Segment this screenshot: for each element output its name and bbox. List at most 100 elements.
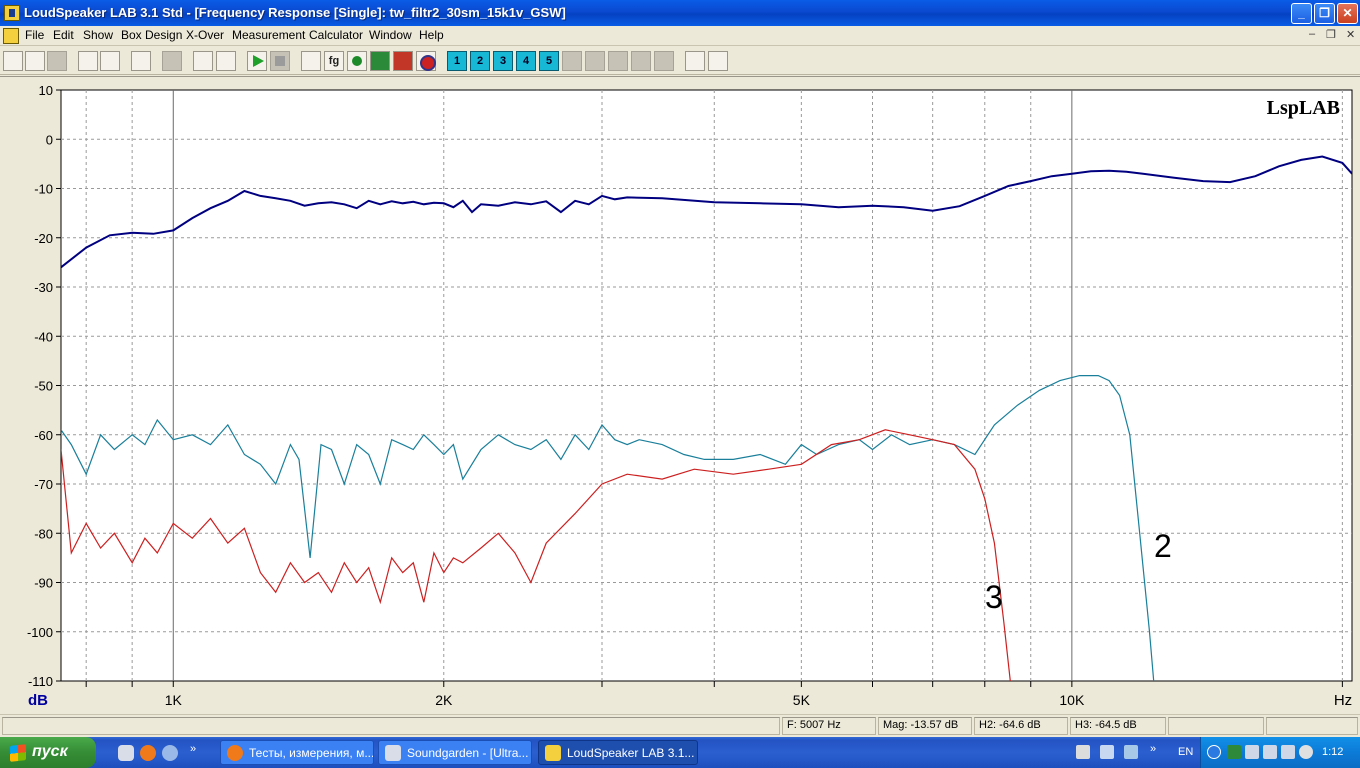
menu-window[interactable]: Window — [369, 28, 412, 42]
chart-window[interactable]: 10 0 -10 -20 -30 -40 -50 -60 -70 -80 -90 -100 -110 1K… — [0, 76, 1360, 714]
language-indicator[interactable]: EN — [1178, 746, 1193, 758]
print-icon[interactable] — [78, 51, 98, 71]
new-file-icon[interactable] — [3, 51, 23, 71]
slot-7-icon[interactable] — [585, 51, 605, 71]
taskbar-button-soundgarden[interactable]: Soundgarden - [Ultra... — [378, 740, 532, 765]
app-icon[interactable] — [4, 5, 20, 21]
target-icon[interactable] — [416, 51, 436, 71]
toolbar: fg 1 2 3 4 5 — [0, 47, 1360, 75]
task-label: LoudSpeaker LAB 3.1... — [567, 746, 695, 760]
quicklaunch-alien-icon[interactable] — [118, 745, 134, 761]
open-folder-icon[interactable] — [25, 51, 45, 71]
menu-show[interactable]: Show — [83, 28, 113, 42]
menu-help[interactable]: Help — [419, 28, 444, 42]
task-label: Тесты, измерения, м... — [249, 746, 374, 760]
y-tick-label: -60 — [34, 428, 53, 443]
tray-monitor2-icon[interactable] — [1263, 745, 1277, 759]
tray-more-icon[interactable]: » — [1150, 743, 1156, 755]
title-bar[interactable]: LoudSpeaker LAB 3.1 Std - [Frequency Res… — [0, 0, 1360, 26]
y-tick-label: 10 — [39, 83, 53, 98]
mdi-restore-button[interactable]: ❐ — [1326, 28, 1336, 41]
menu-box-design[interactable]: Box Design — [121, 28, 182, 42]
curve-2-button[interactable]: 2 — [470, 51, 490, 71]
status-h3: H3: -64.5 dB — [1070, 717, 1166, 735]
status-cell-7 — [1266, 717, 1358, 735]
tile-vertical-icon[interactable] — [708, 51, 728, 71]
status-cell-6 — [1168, 717, 1264, 735]
close-button[interactable]: ✕ — [1337, 3, 1358, 24]
lcr-icon[interactable] — [301, 51, 321, 71]
y-tick-label: -100 — [27, 625, 53, 640]
status-h2: H2: -64.6 dB — [974, 717, 1068, 735]
stop-icon[interactable] — [270, 51, 290, 71]
tray-network-icon[interactable] — [1124, 745, 1138, 759]
taskbar-button-firefox[interactable]: Тесты, измерения, м... — [220, 740, 374, 765]
tray-monitor3-icon[interactable] — [1281, 745, 1295, 759]
menu-file[interactable]: File — [25, 28, 44, 42]
response-icon[interactable] — [393, 51, 413, 71]
x-tick-label: 5K — [793, 692, 811, 708]
status-bar: F: 5007 Hz Mag: -13.57 dB H2: -64.6 dB H… — [0, 714, 1360, 736]
tray-chevron-icon[interactable] — [1207, 745, 1221, 759]
task-label: Soundgarden - [Ultra... — [407, 746, 529, 760]
sliders-icon[interactable] — [216, 51, 236, 71]
taskbar: пуск » Тесты, измерения, м... Soundgarde… — [0, 737, 1360, 768]
undo-icon[interactable] — [162, 51, 182, 71]
menu-edit[interactable]: Edit — [53, 28, 74, 42]
tray-monitor-icon[interactable] — [1245, 745, 1259, 759]
curve-label-3: 3 — [985, 579, 1003, 615]
tray-notes-icon[interactable] — [1076, 745, 1090, 759]
document-icon[interactable] — [3, 28, 19, 44]
x-unit-label: Hz — [1334, 692, 1352, 709]
impedance-icon[interactable] — [370, 51, 390, 71]
x-tick-label: 2K — [435, 692, 453, 708]
menu-calculator[interactable]: Calculator — [309, 28, 363, 42]
tile-horizontal-icon[interactable] — [685, 51, 705, 71]
curve-5-button[interactable]: 5 — [539, 51, 559, 71]
slot-10-icon[interactable] — [654, 51, 674, 71]
slot-8-icon[interactable] — [608, 51, 628, 71]
mdi-minimize-button[interactable]: – — [1309, 28, 1315, 40]
menu-measurement[interactable]: Measurement — [232, 28, 305, 42]
print-preview-icon[interactable] — [100, 51, 120, 71]
tray-volume-icon[interactable] — [1299, 745, 1313, 759]
y-tick-label: -90 — [34, 576, 53, 591]
y-tick-label: -110 — [28, 674, 53, 689]
tray-app-icon[interactable] — [1227, 745, 1241, 759]
menu-x-over[interactable]: X-Over — [186, 28, 224, 42]
x-tick-label: 1K — [165, 692, 183, 708]
save-icon[interactable] — [47, 51, 67, 71]
quicklaunch-more-icon[interactable]: » — [190, 743, 196, 755]
firefox-icon — [227, 745, 243, 761]
start-label: пуск — [32, 743, 68, 760]
slot-6-icon[interactable] — [562, 51, 582, 71]
curve-1-button[interactable]: 1 — [447, 51, 467, 71]
slot-9-icon[interactable] — [631, 51, 651, 71]
play-icon[interactable] — [247, 51, 267, 71]
y-unit-label: dB — [28, 692, 48, 709]
circle-icon[interactable] — [347, 51, 367, 71]
alien-icon — [385, 745, 401, 761]
frequency-response-chart[interactable]: 10 0 -10 -20 -30 -40 -50 -60 -70 -80 -90 -100 -110 1K… — [0, 77, 1360, 715]
start-button[interactable]: пуск — [0, 737, 96, 768]
copy-icon[interactable] — [131, 51, 151, 71]
quicklaunch-firefox-icon[interactable] — [140, 745, 156, 761]
curve-3-button[interactable]: 3 — [493, 51, 513, 71]
minimize-button[interactable]: _ — [1291, 3, 1312, 24]
mdi-close-button[interactable]: ✕ — [1346, 28, 1355, 41]
y-tick-label: -50 — [34, 379, 53, 394]
quicklaunch-browser-icon[interactable] — [162, 745, 178, 761]
status-frequency: F: 5007 Hz — [782, 717, 876, 735]
fg-icon[interactable]: fg — [324, 51, 344, 71]
window-title: LoudSpeaker LAB 3.1 Std - [Frequency Res… — [24, 5, 566, 20]
y-tick-label: -40 — [34, 329, 53, 344]
y-tick-label: -20 — [34, 231, 53, 246]
tools-icon[interactable] — [193, 51, 213, 71]
windows-logo-icon — [10, 744, 26, 762]
tray-device-icon[interactable] — [1100, 745, 1114, 759]
taskbar-button-lsplab[interactable]: LoudSpeaker LAB 3.1... — [538, 740, 698, 765]
maximize-button[interactable]: ❐ — [1314, 3, 1335, 24]
curve-label-2: 2 — [1154, 528, 1172, 564]
y-tick-label: -70 — [34, 477, 53, 492]
curve-4-button[interactable]: 4 — [516, 51, 536, 71]
